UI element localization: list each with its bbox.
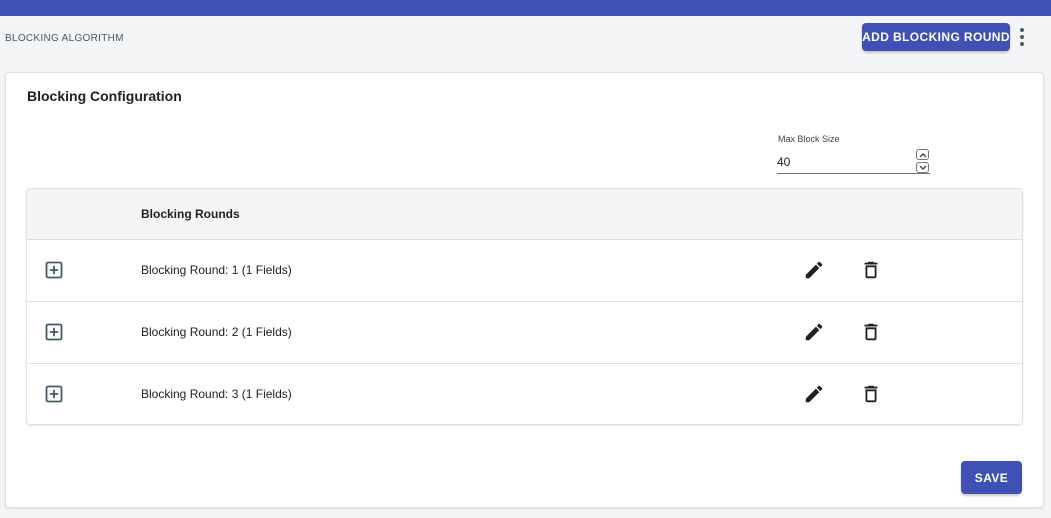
trash-icon[interactable] xyxy=(860,383,882,405)
trash-icon[interactable] xyxy=(860,321,882,343)
decrement-button[interactable] xyxy=(916,162,929,173)
pencil-icon[interactable] xyxy=(803,321,825,343)
table-row: Blocking Round: 2 (1 Fields) xyxy=(27,302,1022,364)
plus-box-icon[interactable] xyxy=(45,261,63,279)
column-header-blocking-rounds: Blocking Rounds xyxy=(141,207,240,221)
chevron-up-icon xyxy=(919,152,926,157)
number-spinner xyxy=(916,149,929,173)
increment-button[interactable] xyxy=(916,149,929,160)
save-button[interactable]: SAVE xyxy=(961,461,1022,494)
row-label: Blocking Round: 3 (1 Fields) xyxy=(141,387,292,401)
blocking-configuration-card: Blocking Configuration Max Block Size Bl… xyxy=(5,72,1044,508)
card-title: Blocking Configuration xyxy=(27,88,182,104)
app-top-bar xyxy=(0,0,1051,16)
table-row: Blocking Round: 1 (1 Fields) xyxy=(27,240,1022,302)
trash-icon[interactable] xyxy=(860,259,882,281)
plus-box-icon[interactable] xyxy=(45,323,63,341)
row-label: Blocking Round: 1 (1 Fields) xyxy=(141,263,292,277)
table-header: Blocking Rounds xyxy=(27,189,1022,240)
chevron-down-icon xyxy=(919,165,926,170)
more-vert-icon[interactable] xyxy=(1014,26,1030,48)
row-label: Blocking Round: 2 (1 Fields) xyxy=(141,325,292,339)
page-header: BLOCKING ALGORITHM ADD BLOCKING ROUND xyxy=(0,16,1051,72)
pencil-icon[interactable] xyxy=(803,383,825,405)
max-block-size-field: Max Block Size xyxy=(777,133,930,175)
blocking-rounds-table: Blocking Rounds Blocking Round: 1 (1 Fie… xyxy=(26,188,1023,425)
table-row: Blocking Round: 3 (1 Fields) xyxy=(27,364,1022,424)
max-block-size-label: Max Block Size xyxy=(778,134,840,144)
pencil-icon[interactable] xyxy=(803,259,825,281)
max-block-size-input[interactable] xyxy=(777,151,930,174)
page-breadcrumb: BLOCKING ALGORITHM xyxy=(5,33,124,44)
plus-box-icon[interactable] xyxy=(45,385,63,403)
add-blocking-round-button[interactable]: ADD BLOCKING ROUND xyxy=(862,23,1010,51)
